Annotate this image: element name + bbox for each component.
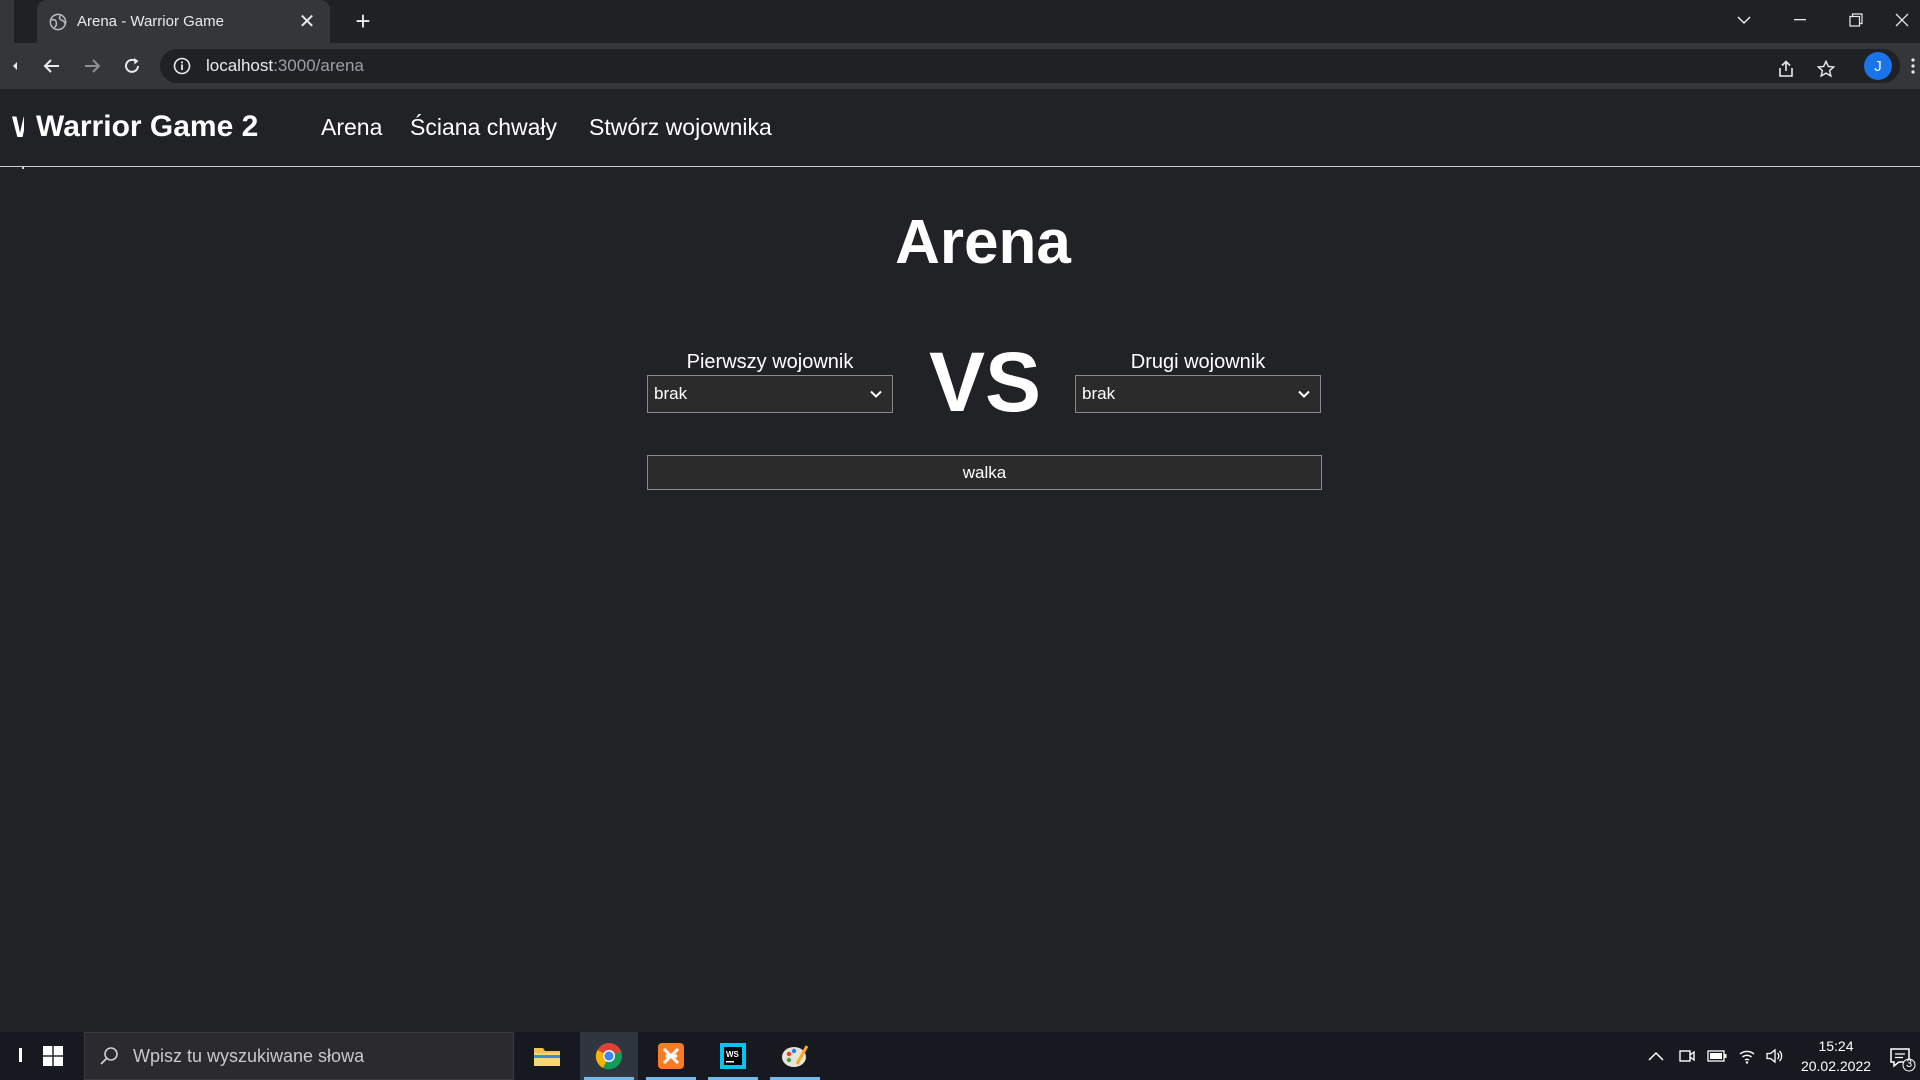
site-navbar: W Warrior Game 2 Arena Ściana chwały Stw… xyxy=(0,89,1920,167)
xampp-icon[interactable] xyxy=(642,1032,700,1080)
nav-link-create-warrior[interactable]: Stwórz wojownika xyxy=(589,114,772,141)
back-button[interactable] xyxy=(38,52,66,80)
windows-start-icon[interactable] xyxy=(38,1032,68,1080)
chevron-up-icon[interactable] xyxy=(1646,1046,1666,1066)
close-window-button[interactable] xyxy=(1884,0,1920,40)
site-info-icon[interactable] xyxy=(172,56,192,76)
chrome-taskbar-icon[interactable] xyxy=(580,1032,638,1080)
browser-tabstrip: Arena - Warrior Game ✕ + xyxy=(0,0,1920,43)
file-explorer-icon[interactable] xyxy=(518,1032,576,1080)
windows-taskbar: Wpisz tu wyszukiwane słowa WS 15:24 20.0… xyxy=(0,1032,1920,1080)
minimize-button[interactable] xyxy=(1772,0,1828,40)
new-tab-button[interactable]: + xyxy=(349,6,377,36)
previous-tab-edge[interactable] xyxy=(0,0,14,43)
first-warrior-select[interactable]: brak xyxy=(647,375,893,413)
globe-icon xyxy=(49,13,67,30)
tab-title: Arena - Warrior Game xyxy=(77,13,224,30)
chevron-down-icon xyxy=(1298,390,1310,398)
notification-center-icon[interactable]: 3 xyxy=(1888,1044,1916,1072)
reload-button[interactable] xyxy=(118,52,146,80)
bookmark-star-icon[interactable] xyxy=(1812,55,1840,83)
webstorm-icon[interactable]: WS xyxy=(704,1032,762,1080)
taskbar-edge-marker xyxy=(19,1048,22,1062)
restore-button[interactable] xyxy=(1828,0,1884,40)
first-warrior-group: Pierwszy wojownik brak xyxy=(647,351,893,413)
browser-tab-active[interactable]: Arena - Warrior Game ✕ xyxy=(37,0,330,43)
second-warrior-label: Drugi wojownik xyxy=(1130,351,1266,373)
search-icon xyxy=(100,1047,118,1065)
second-warrior-select[interactable]: brak xyxy=(1075,375,1321,413)
url-host: localhost xyxy=(206,56,274,75)
profile-avatar[interactable]: J xyxy=(1864,52,1892,80)
taskbar-search-input[interactable]: Wpisz tu wyszukiwane słowa xyxy=(84,1032,514,1080)
search-placeholder: Wpisz tu wyszukiwane słowa xyxy=(133,1045,365,1066)
navbar-divider-tick xyxy=(22,166,24,169)
tab-scroll-left-icon[interactable] xyxy=(8,52,22,80)
svg-text:WS: WS xyxy=(726,1050,740,1059)
clock-date: 20.02.2022 xyxy=(1800,1058,1872,1074)
page-content: W Warrior Game 2 Arena Ściana chwały Stw… xyxy=(0,89,1920,1032)
nav-link-wall-of-fame[interactable]: Ściana chwały xyxy=(410,114,557,141)
clock-time: 15:24 xyxy=(1818,1038,1854,1054)
chevron-down-icon xyxy=(870,390,882,398)
brand-title[interactable]: Warrior Game 2 xyxy=(36,110,258,144)
first-warrior-label: Pierwszy wojownik xyxy=(686,351,854,373)
battery-icon[interactable] xyxy=(1707,1046,1727,1066)
fight-button[interactable]: walka xyxy=(647,455,1322,490)
nav-link-arena[interactable]: Arena xyxy=(321,114,382,141)
tab-search-icon[interactable] xyxy=(1716,0,1772,40)
first-warrior-select-value: brak xyxy=(654,384,688,403)
paint-icon[interactable] xyxy=(766,1032,824,1080)
second-warrior-select-value: brak xyxy=(1082,384,1116,403)
wifi-icon[interactable] xyxy=(1737,1046,1757,1066)
address-bar[interactable]: localhost:3000/arena xyxy=(160,49,1900,83)
meet-camera-icon[interactable] xyxy=(1677,1046,1697,1066)
browser-menu-icon[interactable] xyxy=(1906,50,1920,82)
versus-label: VS xyxy=(929,335,1042,429)
url-text: localhost:3000/arena xyxy=(206,56,364,76)
page-title: Arena xyxy=(895,208,1071,277)
brand-logo-fragment: W xyxy=(12,111,24,145)
tab-close-icon[interactable]: ✕ xyxy=(296,11,318,33)
browser-toolbar: localhost:3000/arena xyxy=(0,43,1920,89)
share-icon[interactable] xyxy=(1772,55,1800,83)
notification-count: 3 xyxy=(1905,1058,1913,1070)
forward-button[interactable] xyxy=(78,52,106,80)
url-path: :3000/arena xyxy=(273,56,364,75)
taskbar-clock[interactable]: 15:24 20.02.2022 xyxy=(1788,1036,1884,1076)
second-warrior-group: Drugi wojownik brak xyxy=(1075,351,1321,413)
volume-icon[interactable] xyxy=(1765,1046,1785,1066)
